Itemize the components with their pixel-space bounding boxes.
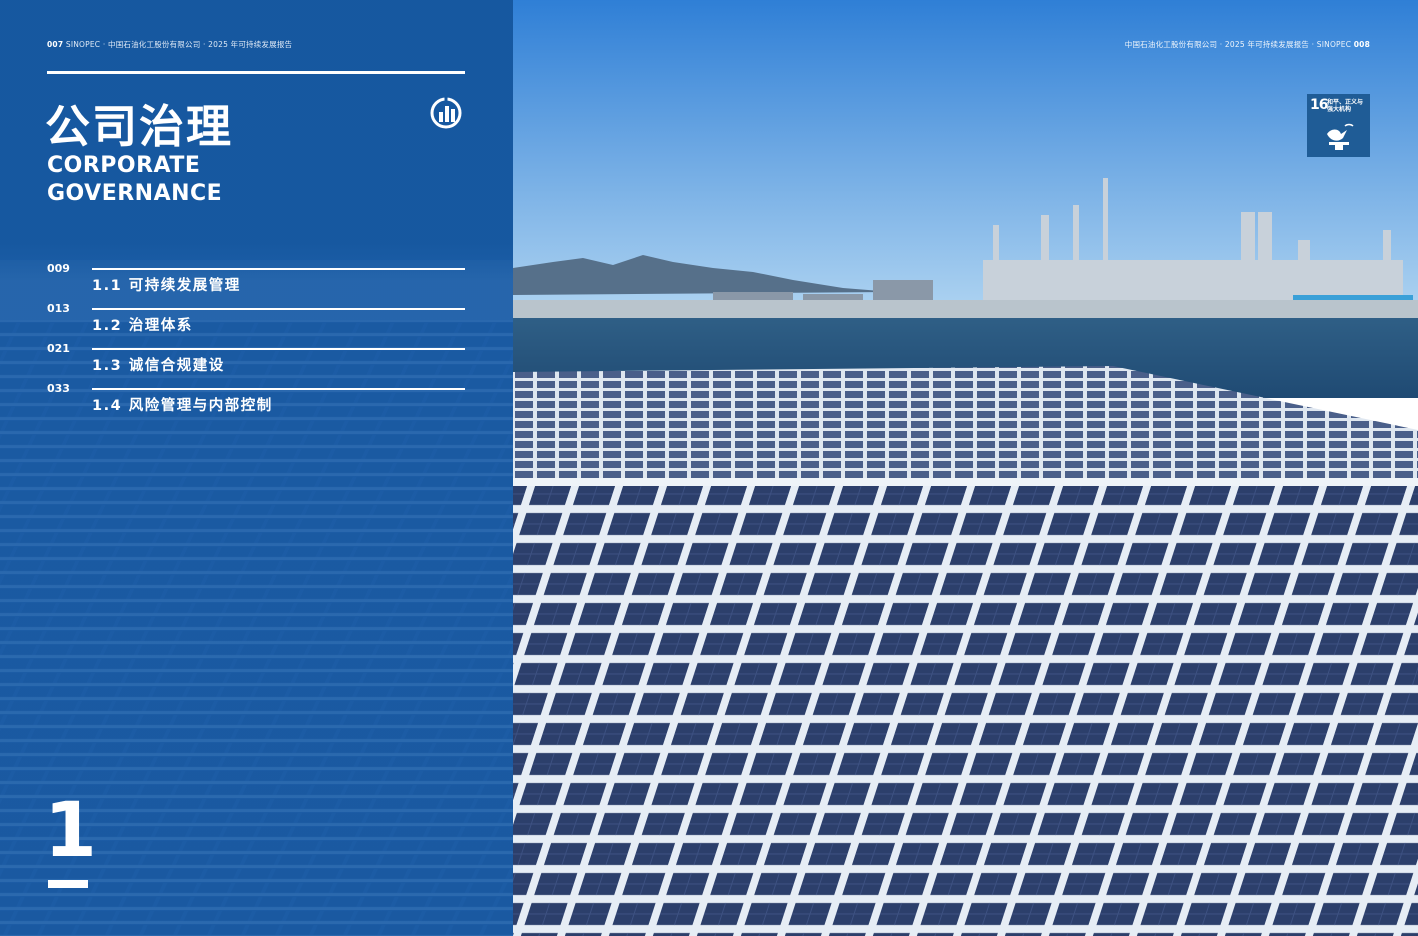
chapter-number: 1: [44, 785, 97, 874]
toc-page-number: 013: [47, 302, 70, 315]
page-number-left: 007: [47, 40, 64, 49]
toc-label: 1.3 诚信合规建设: [92, 358, 225, 374]
chapter-title-en-line1: CORPORATE: [47, 153, 201, 178]
toc-page-number: 033: [47, 382, 70, 395]
dove-gavel-icon: [1327, 123, 1354, 150]
sdg-text: 和平、正义与强大机构: [1327, 99, 1364, 113]
toc-rule: [92, 308, 465, 310]
toc-rule: [92, 348, 465, 350]
toc-rule: [92, 388, 465, 390]
toc-item-1-4[interactable]: 033 1.4 风险管理与内部控制: [47, 382, 465, 428]
chapter-title-en-line2: GOVERNANCE: [47, 181, 223, 206]
header-text-left: SINOPEC · 中国石油化工股份有限公司 · 2025 年可持续发展报告: [65, 40, 293, 49]
toc-label: 1.4 风险管理与内部控制: [92, 398, 273, 414]
sdg-16-badge: 16 和平、正义与强大机构: [1307, 94, 1370, 157]
toc-rule: [92, 268, 465, 270]
running-header-right: 中国石油化工股份有限公司 · 2025 年可持续发展报告 · SINOPEC 0…: [1125, 39, 1370, 50]
chapter-title-en: CORPORATE GOVERNANCE: [47, 152, 347, 208]
left-page: 007 SINOPEC · 中国石油化工股份有限公司 · 2025 年可持续发展…: [0, 0, 513, 936]
toc-item-1-3[interactable]: 021 1.3 诚信合规建设: [47, 342, 465, 388]
sdg-number: 16: [1310, 97, 1329, 113]
page-number-right: 008: [1353, 40, 1370, 49]
toc-page-number: 021: [47, 342, 70, 355]
toc-item-1-1[interactable]: 009 1.1 可持续发展管理: [47, 262, 465, 308]
toc-page-number: 009: [47, 262, 70, 275]
chapter-title-cn: 公司治理: [45, 100, 234, 153]
bar-chart-circle-icon: [430, 97, 462, 129]
floating-solar-photo: [513, 0, 1418, 936]
right-page: 中国石油化工股份有限公司 · 2025 年可持续发展报告 · SINOPEC 0…: [513, 0, 1418, 936]
toc-label: 1.2 治理体系: [92, 318, 193, 334]
header-text-right: 中国石油化工股份有限公司 · 2025 年可持续发展报告 · SINOPEC: [1124, 40, 1352, 49]
chapter-number-bar: [48, 880, 88, 888]
toc-item-1-2[interactable]: 013 1.2 治理体系: [47, 302, 465, 348]
title-rule: [47, 71, 465, 74]
toc-label: 1.1 可持续发展管理: [92, 278, 241, 294]
running-header-left: 007 SINOPEC · 中国石油化工股份有限公司 · 2025 年可持续发展…: [47, 39, 292, 50]
